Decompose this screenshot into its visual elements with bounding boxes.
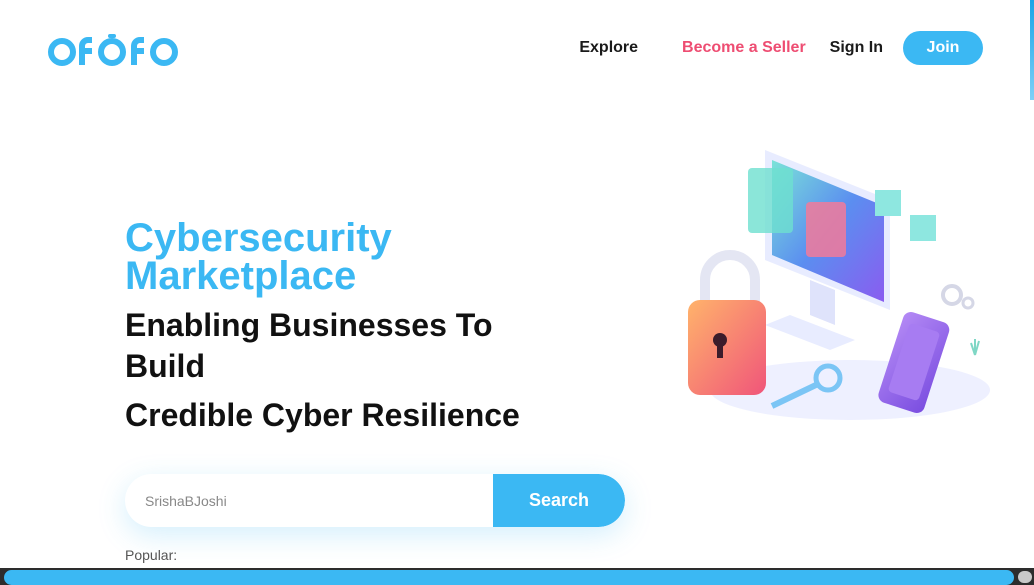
hero-subtitle-1: Enabling Businesses To Build bbox=[125, 307, 493, 384]
ofofo-logo[interactable] bbox=[46, 32, 180, 68]
cybersecurity-illustration-icon bbox=[688, 150, 990, 420]
join-button[interactable]: Join bbox=[903, 31, 983, 65]
search-input[interactable] bbox=[125, 474, 493, 527]
scrollbar-thumb[interactable] bbox=[1030, 0, 1034, 100]
hero-title-line2: Marketplace bbox=[125, 254, 357, 298]
scrollbar-end-cap bbox=[1018, 571, 1032, 583]
top-nav: Explore Become a Seller Sign In Join bbox=[579, 31, 983, 65]
horizontal-scroll-thumb[interactable] bbox=[4, 570, 1014, 585]
nav-explore-link[interactable]: Explore bbox=[579, 39, 638, 57]
hero-title: Cybersecurity Marketplace bbox=[125, 218, 545, 298]
nav-sign-in-link[interactable]: Sign In bbox=[830, 39, 883, 57]
popular-label: Popular: bbox=[125, 547, 178, 563]
search-bar: Search bbox=[125, 474, 625, 527]
search-button[interactable]: Search bbox=[493, 474, 625, 527]
hero-subtitle-2: Credible Cyber Resilience bbox=[125, 397, 520, 433]
nav-become-seller-link[interactable]: Become a Seller bbox=[682, 39, 806, 57]
horizontal-scrollbar[interactable] bbox=[0, 568, 1034, 585]
